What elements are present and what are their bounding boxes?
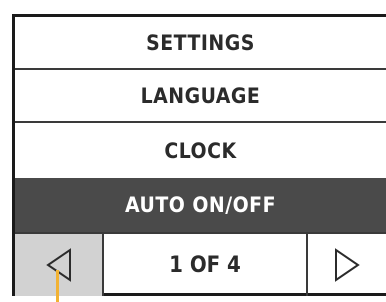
page-title: SETTINGS — [15, 17, 386, 70]
menu-item-clock[interactable]: CLOCK — [15, 123, 386, 178]
menu-item-auto-on-off[interactable]: AUTO ON/OFF — [15, 178, 386, 232]
previous-page-button[interactable] — [15, 234, 104, 296]
pointer-line — [56, 270, 59, 302]
menu-item-language[interactable]: LANGUAGE — [15, 70, 386, 123]
triangle-right-icon — [335, 248, 360, 282]
next-page-button[interactable] — [308, 234, 386, 296]
page-indicator: 1 OF 4 — [104, 234, 308, 296]
pagination-bar: 1 OF 4 — [15, 232, 386, 296]
settings-screen: SETTINGS LANGUAGE CLOCK AUTO ON/OFF 1 OF… — [12, 14, 386, 296]
